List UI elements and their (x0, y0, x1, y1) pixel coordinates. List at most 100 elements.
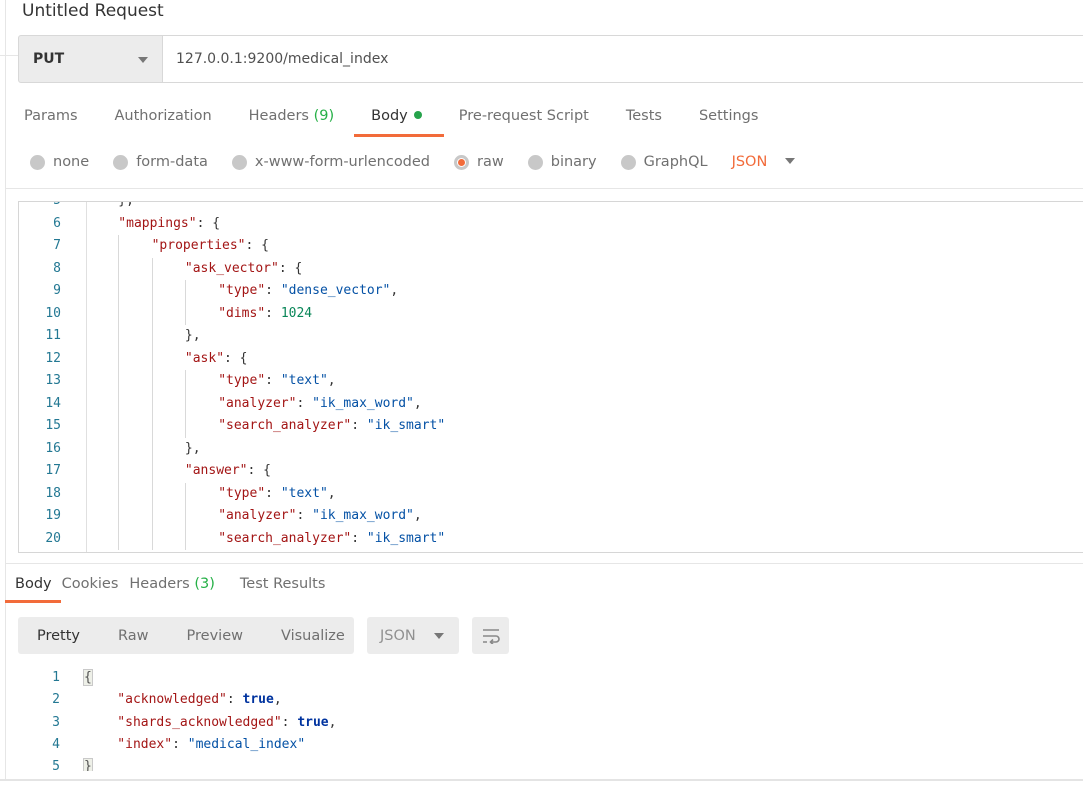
indent-guide (151, 460, 153, 483)
indent-guide (118, 505, 120, 528)
body-format-select[interactable]: JSON (732, 154, 796, 170)
json-string: "medical_index" (187, 736, 306, 752)
indent-guide (151, 392, 153, 415)
indent-guide (184, 505, 186, 528)
radio-label: GraphQL (643, 154, 708, 170)
code-line: "type": "text", (218, 370, 335, 392)
json-punctuation: : { (245, 238, 269, 253)
json-punctuation: , (413, 395, 422, 411)
view-visualize[interactable]: Visualize (262, 628, 364, 644)
view-pretty[interactable]: Pretty (18, 628, 99, 644)
json-number: 1024 (280, 305, 313, 321)
indent-guide (118, 325, 120, 348)
json-key: "search_analyzer" (218, 530, 352, 546)
tab-params[interactable]: Params (24, 108, 78, 124)
tab-headers[interactable]: Headers (9) (249, 108, 335, 124)
json-punctuation: : (265, 305, 281, 321)
code-line: "type": "dense_vector", (218, 280, 398, 302)
tab-label: Body (371, 108, 408, 124)
indent-guide (118, 392, 120, 415)
json-key: "properties" (151, 238, 246, 253)
tab-pre-request-script[interactable]: Pre-request Script (459, 108, 589, 124)
left-divider (5, 0, 6, 780)
json-punctuation: : (351, 530, 367, 546)
json-key: "search_analyzer" (218, 418, 352, 433)
json-string: "dense_vector" (280, 283, 391, 298)
indent-guide (118, 460, 120, 483)
response-format-select[interactable]: JSON (367, 617, 459, 654)
wrap-lines-button[interactable] (472, 617, 509, 654)
tab-label: Headers (248, 108, 309, 124)
indent-guide (151, 280, 153, 303)
json-brace: } (83, 758, 93, 771)
indent-guide (118, 370, 120, 393)
indent-guide (184, 527, 186, 550)
indent-guide (151, 505, 153, 528)
indent-guide (151, 325, 153, 348)
radio-graphql[interactable]: GraphQL (620, 154, 708, 170)
headers-count: (3) (194, 576, 215, 592)
json-punctuation: , (328, 714, 337, 730)
response-body[interactable]: 1 {2 "acknowledged": true, 3 "shards_acknowl… (18, 667, 1078, 771)
line-number: 10 (45, 305, 61, 321)
indent-guide (151, 347, 153, 370)
response-tab-test-results[interactable]: Test Results (240, 576, 326, 592)
radio-label: none (53, 154, 90, 170)
indent-guide (184, 415, 186, 438)
indent-guide (118, 527, 120, 550)
tab-body[interactable]: Body (371, 108, 422, 124)
bottom-divider (0, 779, 1083, 781)
json-key: "index" (117, 736, 173, 752)
line-number: 5 (52, 759, 60, 771)
response-tab-headers[interactable]: Headers (3) (129, 576, 215, 592)
tab-tests[interactable]: Tests (626, 108, 662, 124)
json-key: "answer" (184, 463, 248, 478)
radio-none[interactable]: none (30, 154, 89, 170)
indent-guide (151, 482, 153, 505)
response-tab-body[interactable]: Body (15, 576, 52, 592)
line-number: 9 (53, 283, 61, 298)
json-punctuation: }, (184, 328, 201, 343)
line-number: 5 (19, 202, 61, 212)
method-select[interactable]: PUT (18, 35, 163, 83)
indent-guide (118, 347, 120, 370)
indent-guide (151, 257, 153, 280)
response-tab-cookies[interactable]: Cookies (62, 576, 119, 592)
indent-guide (118, 280, 120, 303)
radio-raw[interactable]: raw (454, 154, 504, 170)
view-raw[interactable]: Raw (99, 628, 168, 644)
divider (5, 188, 1083, 189)
request-tabs: Params Authorization Headers (9) Body Pr… (24, 108, 795, 124)
tab-label: Settings (698, 108, 759, 124)
line-number: 15 (45, 418, 61, 433)
indent-guide (118, 437, 120, 460)
code-line: "acknowledged": true, (117, 689, 281, 711)
url-input[interactable]: 127.0.0.1:9200/medical_index (162, 35, 1083, 83)
view-preview[interactable]: Preview (168, 628, 262, 644)
tab-label: Headers (129, 576, 190, 592)
tab-label: Test Results (239, 576, 326, 592)
indent-guide (151, 527, 153, 550)
json-key: "shards_acknowledged" (117, 714, 282, 730)
tab-authorization[interactable]: Authorization (115, 108, 212, 124)
line-number: 2 (52, 692, 60, 708)
line-number: 19 (45, 508, 61, 523)
code-line: "ask_vector": { (185, 258, 302, 280)
json-punctuation: : { (196, 215, 221, 231)
json-string: "text" (280, 373, 328, 388)
radio-icon (527, 154, 543, 170)
json-key: "analyzer" (218, 395, 297, 411)
indent-guide (184, 482, 186, 505)
active-tab-indicator (5, 600, 61, 603)
json-key: "mappings" (118, 215, 197, 231)
body-code-editor[interactable]: 5},6"mappings": {7"properties": {8"ask_v… (18, 201, 1083, 553)
tab-settings[interactable]: Settings (699, 108, 758, 124)
radio-binary[interactable]: binary (527, 154, 597, 170)
gutter-divider (86, 202, 87, 552)
radio-x-www-form-urlencoded[interactable]: x-www-form-urlencoded (231, 154, 430, 170)
code-line: "mappings": { (118, 213, 220, 235)
radio-form-data[interactable]: form-data (113, 154, 208, 170)
json-punctuation: : (265, 373, 281, 388)
json-punctuation: , (327, 485, 336, 501)
code-line: "properties": { (152, 235, 269, 257)
